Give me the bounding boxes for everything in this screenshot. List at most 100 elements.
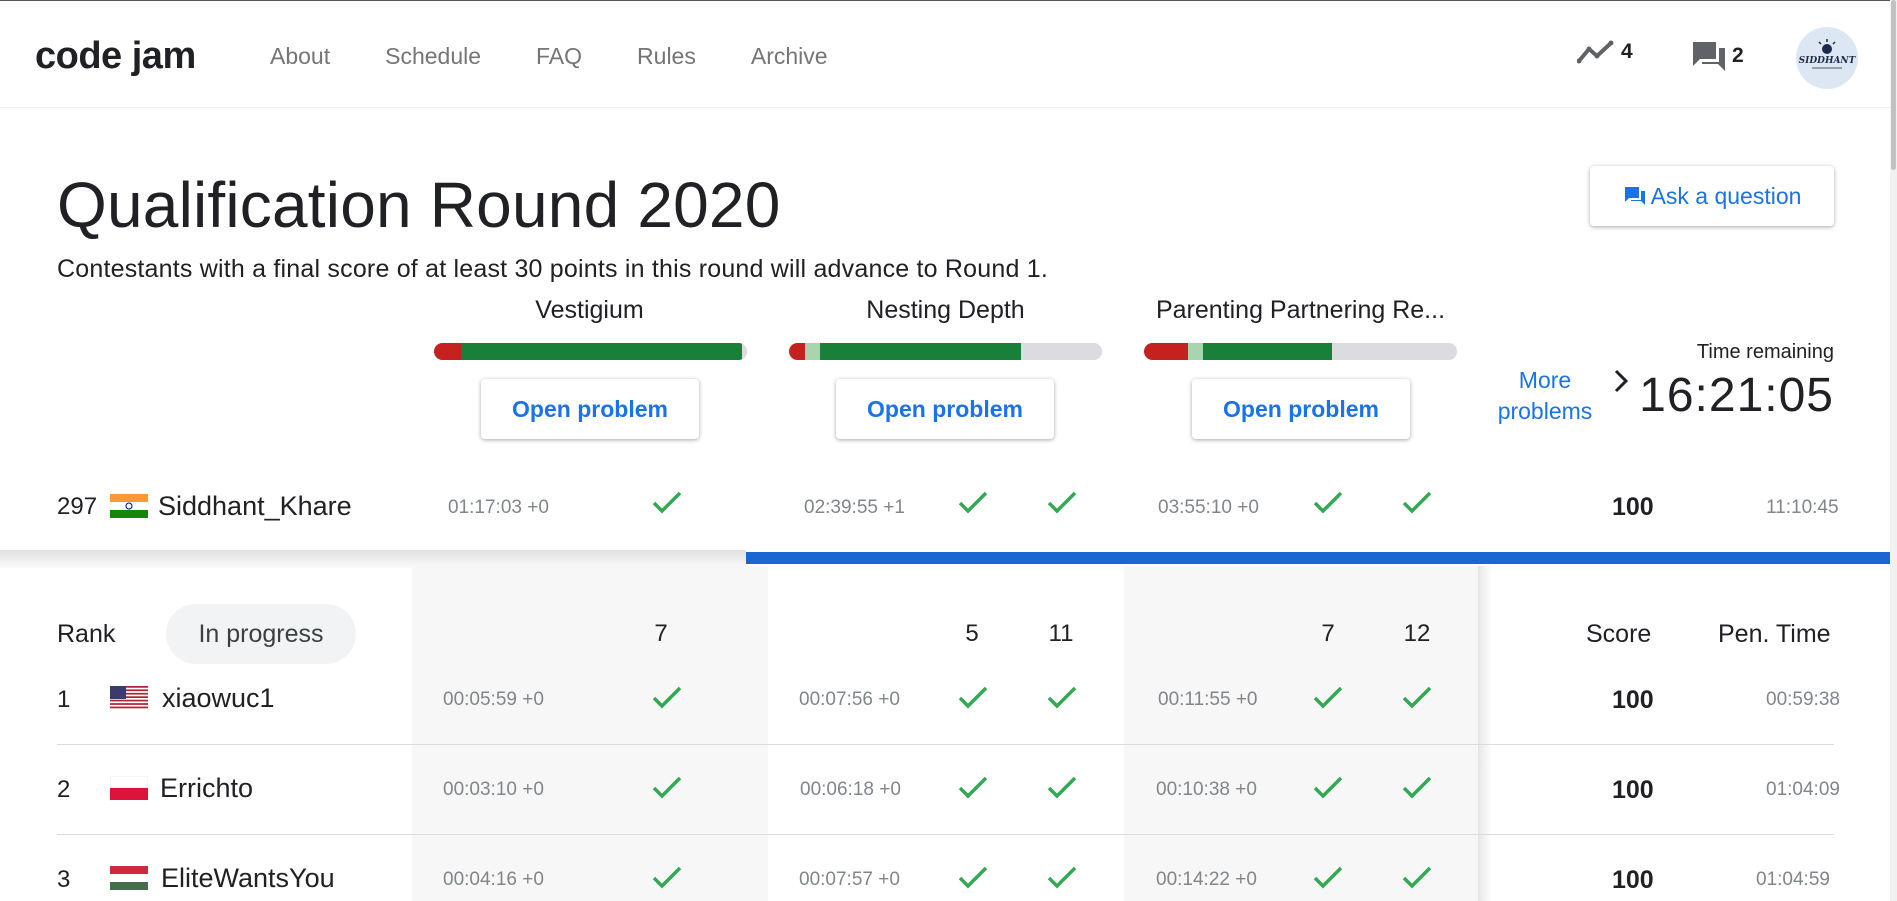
nav-schedule[interactable]: Schedule [385, 43, 481, 70]
stats-segment-green [1203, 343, 1332, 360]
row-p2-time: 00:06:18 +0 [800, 779, 901, 800]
time-remaining-label: Time remaining [1696, 341, 1834, 363]
points-p3-ts1: 7 [1321, 620, 1335, 647]
check-icon [1047, 866, 1077, 889]
main-nav: About Schedule FAQ Rules Archive [270, 43, 883, 70]
activity-button[interactable]: 4 [1577, 39, 1633, 65]
check-icon [958, 686, 988, 709]
row-score: 100 [1612, 866, 1654, 894]
stats-segment-green [460, 343, 743, 360]
row-name[interactable]: xiaowuc1 [162, 683, 275, 714]
row-name[interactable]: EliteWantsYou [161, 863, 335, 894]
current-user-p1-time: 01:17:03 +0 [448, 497, 549, 518]
stats-segment-light [1187, 343, 1204, 360]
code-jam-logo[interactable]: code jam [35, 35, 196, 78]
ask-question-button[interactable]: Ask a question [1590, 166, 1834, 226]
row-divider [57, 834, 1834, 835]
current-user-p3-time: 03:55:10 +0 [1158, 497, 1259, 518]
row-score: 100 [1612, 776, 1654, 804]
check-icon [958, 491, 988, 514]
nav-archive[interactable]: Archive [751, 43, 828, 70]
nav-faq[interactable]: FAQ [536, 43, 582, 70]
row-p3-time: 00:11:55 +0 [1158, 689, 1258, 710]
check-icon [1313, 776, 1343, 799]
scrollbar-thumb[interactable] [1891, 0, 1896, 170]
stats-segment-red [434, 343, 461, 360]
open-problem-button-3[interactable]: Open problem [1192, 379, 1410, 439]
check-icon [958, 866, 988, 889]
row-name[interactable]: Errichto [160, 773, 253, 804]
row-score: 100 [1612, 686, 1654, 714]
points-p2-ts1: 5 [965, 620, 979, 647]
check-icon [1047, 686, 1077, 709]
check-icon [958, 776, 988, 799]
points-p3-ts2: 12 [1403, 620, 1431, 647]
top-header: code jam About Schedule FAQ Rules Archiv… [0, 1, 1897, 108]
current-user-penalty: 11:10:45 [1766, 497, 1839, 518]
row-p1-time: 00:03:10 +0 [443, 779, 544, 800]
row-rank: 2 [57, 776, 71, 803]
row-penalty: 01:04:09 [1766, 779, 1840, 800]
problem-stats-bar-1 [434, 343, 747, 360]
problem-name-1[interactable]: Vestigium [432, 296, 747, 325]
problem-name-3[interactable]: Parenting Partnering Re... [1143, 296, 1458, 325]
check-icon [1313, 686, 1343, 709]
india-flag-icon [110, 494, 148, 518]
stats-segment-red [789, 343, 805, 360]
nav-about[interactable]: About [270, 43, 330, 70]
problem-column-1-bg [412, 566, 768, 901]
rank-header: Rank [57, 620, 116, 648]
forum-icon [1693, 42, 1725, 71]
row-penalty: 01:04:59 [1756, 869, 1830, 890]
avatar[interactable]: SIDDHANT [1796, 27, 1858, 89]
more-problems-link[interactable]: More problems [1480, 365, 1610, 427]
stats-segment-gray [1331, 343, 1457, 360]
avatar-logo: SIDDHANT [1799, 39, 1857, 69]
problem-name-2[interactable]: Nesting Depth [788, 296, 1103, 325]
messages-count: 2 [1732, 44, 1744, 67]
points-p2-ts2: 11 [1048, 620, 1074, 647]
check-icon [652, 866, 682, 889]
points-p1-ts1: 7 [654, 620, 668, 647]
current-user-p2-time: 02:39:55 +1 [804, 497, 905, 518]
row-rank: 1 [57, 686, 71, 713]
check-icon [1402, 491, 1432, 514]
stats-segment-gray [1020, 343, 1102, 360]
row-p2-time: 00:07:57 +0 [799, 869, 900, 890]
check-icon [1313, 491, 1343, 514]
in-progress-filter-chip[interactable]: In progress [166, 604, 356, 664]
current-user-name[interactable]: Siddhant_Khare [158, 491, 352, 522]
row-divider [57, 744, 1834, 745]
row-p3-time: 00:10:38 +0 [1156, 779, 1257, 800]
problem-stats-bar-2 [789, 343, 1102, 360]
problem-stats-bar-3 [1144, 343, 1457, 360]
row-p1-time: 00:04:16 +0 [443, 869, 544, 890]
stats-segment-green [820, 343, 1021, 360]
activity-count: 4 [1621, 40, 1633, 63]
feedback-icon [1624, 187, 1645, 205]
round-subtitle: Contestants with a final score of at lea… [57, 255, 1048, 283]
check-icon [652, 776, 682, 799]
page-title: Qualification Round 2020 [57, 169, 781, 241]
stats-segment-red [1144, 343, 1188, 360]
open-problem-button-1[interactable]: Open problem [481, 379, 699, 439]
check-icon [1313, 866, 1343, 889]
row-p3-time: 00:14:22 +0 [1156, 869, 1257, 890]
open-problem-button-2[interactable]: Open problem [836, 379, 1054, 439]
avatar-text: SIDDHANT [1799, 56, 1857, 66]
score-header: Score [1586, 620, 1652, 648]
check-icon [1047, 776, 1077, 799]
check-icon [1402, 866, 1432, 889]
check-icon [1402, 686, 1432, 709]
ask-question-label: Ask a question [1650, 182, 1802, 209]
stats-segment-light [804, 343, 821, 360]
messages-button[interactable]: 2 [1690, 39, 1744, 73]
time-remaining-value: 16:21:05 [1639, 369, 1834, 422]
nav-rules[interactable]: Rules [637, 43, 696, 70]
row-rank: 3 [57, 866, 71, 893]
check-icon [1047, 491, 1077, 514]
frozen-column-shadow [1478, 566, 1492, 901]
progress-indicator-bar [746, 552, 1890, 564]
poland-flag-icon [109, 775, 149, 800]
row-p2-time: 00:07:56 +0 [799, 689, 900, 710]
